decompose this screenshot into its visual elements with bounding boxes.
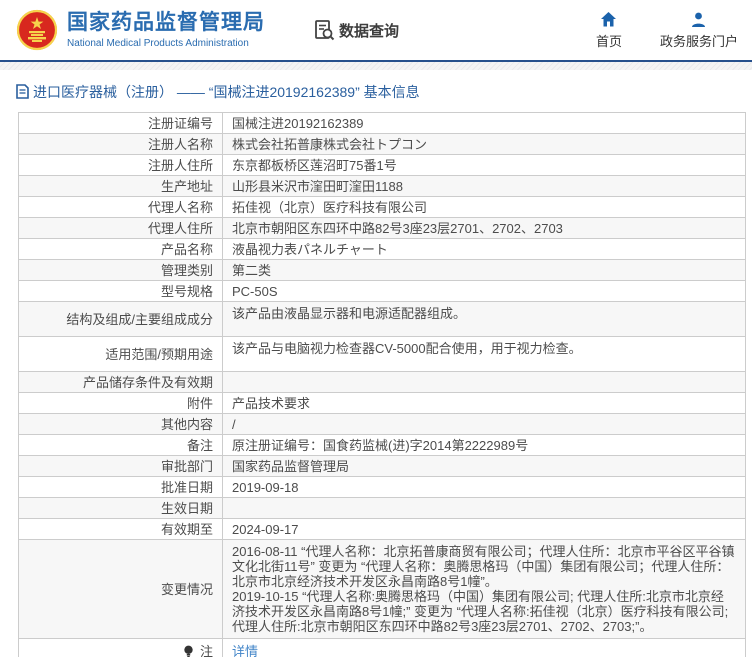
nav-home-label: 首页 — [595, 33, 622, 49]
home-icon — [601, 11, 617, 26]
table-row: 附件 产品技术要求 — [18, 392, 746, 414]
row-value: 液晶视力表パネルチャート — [222, 238, 746, 260]
content-area: 进口医疗器械（注册） —— “国械注进20192162389” 基本信息 注册证… — [0, 70, 752, 657]
table-row: 代理人住所 北京市朝阳区东四环中路82号3座23层2701、2702、2703 — [18, 217, 746, 239]
data-query-label: 数据查询 — [339, 22, 400, 40]
row-value — [222, 371, 746, 393]
nav-gov-portal-label: 政务服务门户 — [659, 33, 738, 49]
national-emblem-logo — [16, 9, 58, 51]
row-label: 附件 — [186, 395, 213, 411]
user-icon — [692, 12, 706, 27]
table-row: 注册人住所 东京都板桥区莲沼町75番1号 — [18, 154, 746, 176]
detail-link[interactable]: 详情 — [232, 644, 258, 657]
breadcrumb: 进口医疗器械（注册） —— “国械注进20192162389” 基本信息 — [0, 79, 752, 101]
table-row: 注册证编号 国械注进20192162389 — [18, 112, 746, 134]
row-label: 有效期至 — [160, 521, 213, 537]
table-row: 产品名称 液晶视力表パネルチャート — [18, 238, 746, 260]
table-row: 产品储存条件及有效期 — [18, 371, 746, 393]
table-row: 注 详情 — [18, 638, 746, 657]
table-row: 注册人名称 株式会社拓普康株式会社トプコン — [18, 133, 746, 155]
table-row: 结构及组成/主要组成成分 该产品由液晶显示器和电源适配器组成。 — [18, 301, 746, 337]
note-bulb-icon — [184, 645, 194, 657]
data-query-button[interactable]: 数据查询 — [313, 19, 399, 41]
header-divider — [0, 60, 752, 62]
table-row: 管理类别 第二类 — [18, 259, 746, 281]
row-label: 生产地址 — [160, 178, 213, 194]
row-value: 该产品与电脑视力检查器CV-5000配合使用，用于视力检查。 — [222, 336, 746, 372]
nav-home[interactable]: 首页 — [596, 11, 622, 50]
org-name-en: National Medical Products Administration — [67, 37, 249, 49]
row-label: 审批部门 — [160, 458, 213, 474]
row-value: PC-50S — [222, 280, 746, 302]
breadcrumb-text: 进口医疗器械（注册） —— “国械注进20192162389” 基本信息 — [33, 83, 420, 100]
table-row: 型号规格 PC-50S — [18, 280, 746, 302]
row-label: 备注 — [186, 437, 213, 453]
row-value: 2016-08-11 “代理人名称：北京拓普康商贸有限公司；代理人住所：北京市平… — [222, 539, 746, 639]
row-label: 产品名称 — [160, 241, 213, 257]
row-label: 产品储存条件及有效期 — [82, 374, 213, 390]
row-value: 东京都板桥区莲沼町75番1号 — [222, 154, 746, 176]
row-value: 国械注进20192162389 — [222, 112, 746, 134]
document-icon — [16, 84, 29, 99]
row-value: 第二类 — [222, 259, 746, 281]
row-label: 结构及组成/主要组成成分 — [66, 311, 213, 327]
row-value: 该产品由液晶显示器和电源适配器组成。 — [222, 301, 746, 337]
row-value: 原注册证编号：国食药监械(进)字2014第2222989号 — [222, 434, 746, 456]
site-title-block: 国家药品监督管理局 National Medical Products Admi… — [67, 11, 265, 48]
row-value: 2024-09-17 — [222, 518, 746, 540]
table-row: 生效日期 — [18, 497, 746, 519]
row-value: 产品技术要求 — [222, 392, 746, 414]
row-value: / — [222, 413, 746, 435]
row-label: 注册人名称 — [147, 136, 213, 152]
table-row: 审批部门 国家药品监督管理局 — [18, 455, 746, 477]
data-query-icon — [315, 20, 335, 41]
table-row: 备注 原注册证编号：国食药监械(进)字2014第2222989号 — [18, 434, 746, 456]
table-row: 变更情况 2016-08-11 “代理人名称：北京拓普康商贸有限公司；代理人住所… — [18, 539, 746, 639]
org-name-cn: 国家药品监督管理局 — [67, 11, 265, 35]
table-row: 生产地址 山形县米沢市漥田町漥田1188 — [18, 175, 746, 197]
row-label: 注 — [199, 643, 213, 657]
row-label: 其他内容 — [160, 416, 213, 432]
row-label: 批准日期 — [160, 479, 213, 495]
row-value: 国家药品监督管理局 — [222, 455, 746, 477]
row-label: 适用范围/预期用途 — [105, 346, 213, 362]
row-label: 注册证编号 — [147, 115, 213, 131]
row-value: 株式会社拓普康株式会社トプコン — [222, 133, 746, 155]
site-header: 国家药品监督管理局 National Medical Products Admi… — [0, 0, 752, 60]
info-table-body: 注册证编号 国械注进20192162389 注册人名称 株式会社拓普康株式会社ト… — [18, 112, 746, 657]
table-row: 批准日期 2019-09-18 — [18, 476, 746, 498]
registration-info-table: 注册证编号 国械注进20192162389 注册人名称 株式会社拓普康株式会社ト… — [18, 112, 746, 657]
row-label: 生效日期 — [160, 500, 213, 516]
row-label: 注册人住所 — [147, 157, 213, 173]
row-value: 详情 — [222, 638, 746, 657]
row-label: 管理类别 — [160, 262, 213, 278]
row-value: 北京市朝阳区东四环中路82号3座23层2701、2702、2703 — [222, 217, 746, 239]
table-row: 其他内容 / — [18, 413, 746, 435]
row-label: 代理人住所 — [147, 220, 213, 236]
table-row: 有效期至 2024-09-17 — [18, 518, 746, 540]
table-row: 代理人名称 拓佳视（北京）医疗科技有限公司 — [18, 196, 746, 218]
row-value: 山形县米沢市漥田町漥田1188 — [222, 175, 746, 197]
row-label: 代理人名称 — [147, 199, 213, 215]
row-value — [222, 497, 746, 519]
row-label: 型号规格 — [160, 283, 213, 299]
nav-gov-portal[interactable]: 政务服务门户 — [660, 11, 738, 50]
table-row: 适用范围/预期用途 该产品与电脑视力检查器CV-5000配合使用，用于视力检查。 — [18, 336, 746, 372]
row-label: 变更情况 — [160, 581, 213, 597]
row-value: 2019-09-18 — [222, 476, 746, 498]
row-value: 拓佳视（北京）医疗科技有限公司 — [222, 196, 746, 218]
